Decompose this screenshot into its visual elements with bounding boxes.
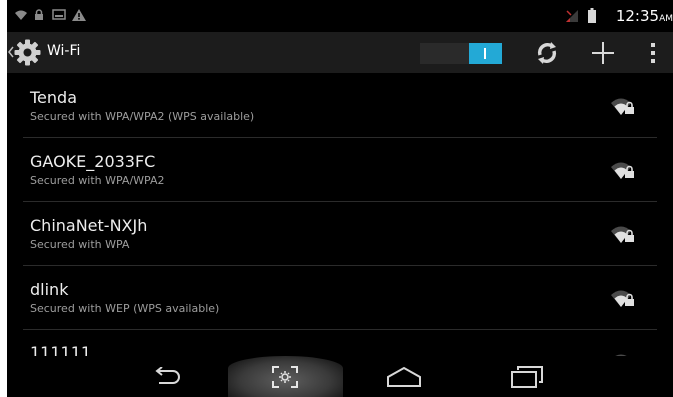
wifi-toggle-switch[interactable] [420,43,502,64]
wifi-signal-locked-icon [611,290,634,307]
network-security: Secured with WPA/WPA2 [30,174,165,187]
battery-icon [588,8,596,23]
action-bar: Wi-Fi [7,32,673,73]
network-ssid: GAOKE_2033FC [30,152,156,171]
network-row[interactable]: ChinaNet-NXJh Secured with WPA [7,202,673,266]
add-network-button[interactable] [582,37,622,69]
network-ssid: dlink [30,280,69,299]
wifi-toggle-knob [469,43,502,64]
network-row[interactable]: GAOKE_2033FC Secured with WPA/WPA2 [7,138,673,202]
network-ssid: Tenda [30,88,77,107]
network-row[interactable]: Tenda Secured with WPA/WPA2 (WPS availab… [7,74,673,138]
no-signal-icon [566,10,578,22]
wifi-network-list: Tenda Secured with WPA/WPA2 (WPS availab… [7,74,673,356]
recent-apps-icon [511,366,543,388]
wifi-signal-locked-icon [611,98,634,115]
screenshot-capture-icon [272,366,298,388]
network-security: Secured with WPA/WPA2 (WPS available) [30,110,255,123]
add-network-icon [592,42,614,64]
network-security: Secured with WPA [30,238,130,251]
home-icon [387,366,421,387]
settings-gear-icon [14,39,41,66]
status-bar: 12:35AM [7,0,673,32]
screenshot-capture-button[interactable] [265,363,305,391]
wps-icon [537,42,557,64]
wifi-signal-locked-icon [611,162,634,179]
network-row[interactable]: 111111 [7,330,673,356]
network-ssid: 111111 [30,343,92,356]
wifi-signal-locked-icon [611,226,634,243]
nav-home-button[interactable] [384,363,424,391]
nav-back-button[interactable] [147,363,187,391]
nav-recent-apps-button[interactable] [507,363,547,391]
network-ssid: ChinaNet-NXJh [30,216,148,235]
navigation-bar [7,356,673,397]
wifi-status-icon [15,10,27,20]
status-time-ampm: AM [659,14,673,24]
warning-status-icon [72,9,86,21]
up-navigation-button[interactable] [7,32,43,73]
network-security: Secured with WEP (WPS available) [30,302,220,315]
screenshot-status-icon [52,9,66,20]
wps-button[interactable] [527,37,567,69]
toggle-on-indicator [484,48,486,59]
overflow-menu-icon [651,43,655,63]
device-screen: 12:35AM Wi-Fi Tenda Secured with WPA/WPA… [7,0,673,397]
status-time: 12:35AM [615,7,673,25]
back-icon [155,367,180,384]
page-title: Wi-Fi [47,43,81,59]
network-row[interactable]: dlink Secured with WEP (WPS available) [7,266,673,330]
lock-status-icon [35,9,43,20]
overflow-menu-button[interactable] [633,37,673,69]
